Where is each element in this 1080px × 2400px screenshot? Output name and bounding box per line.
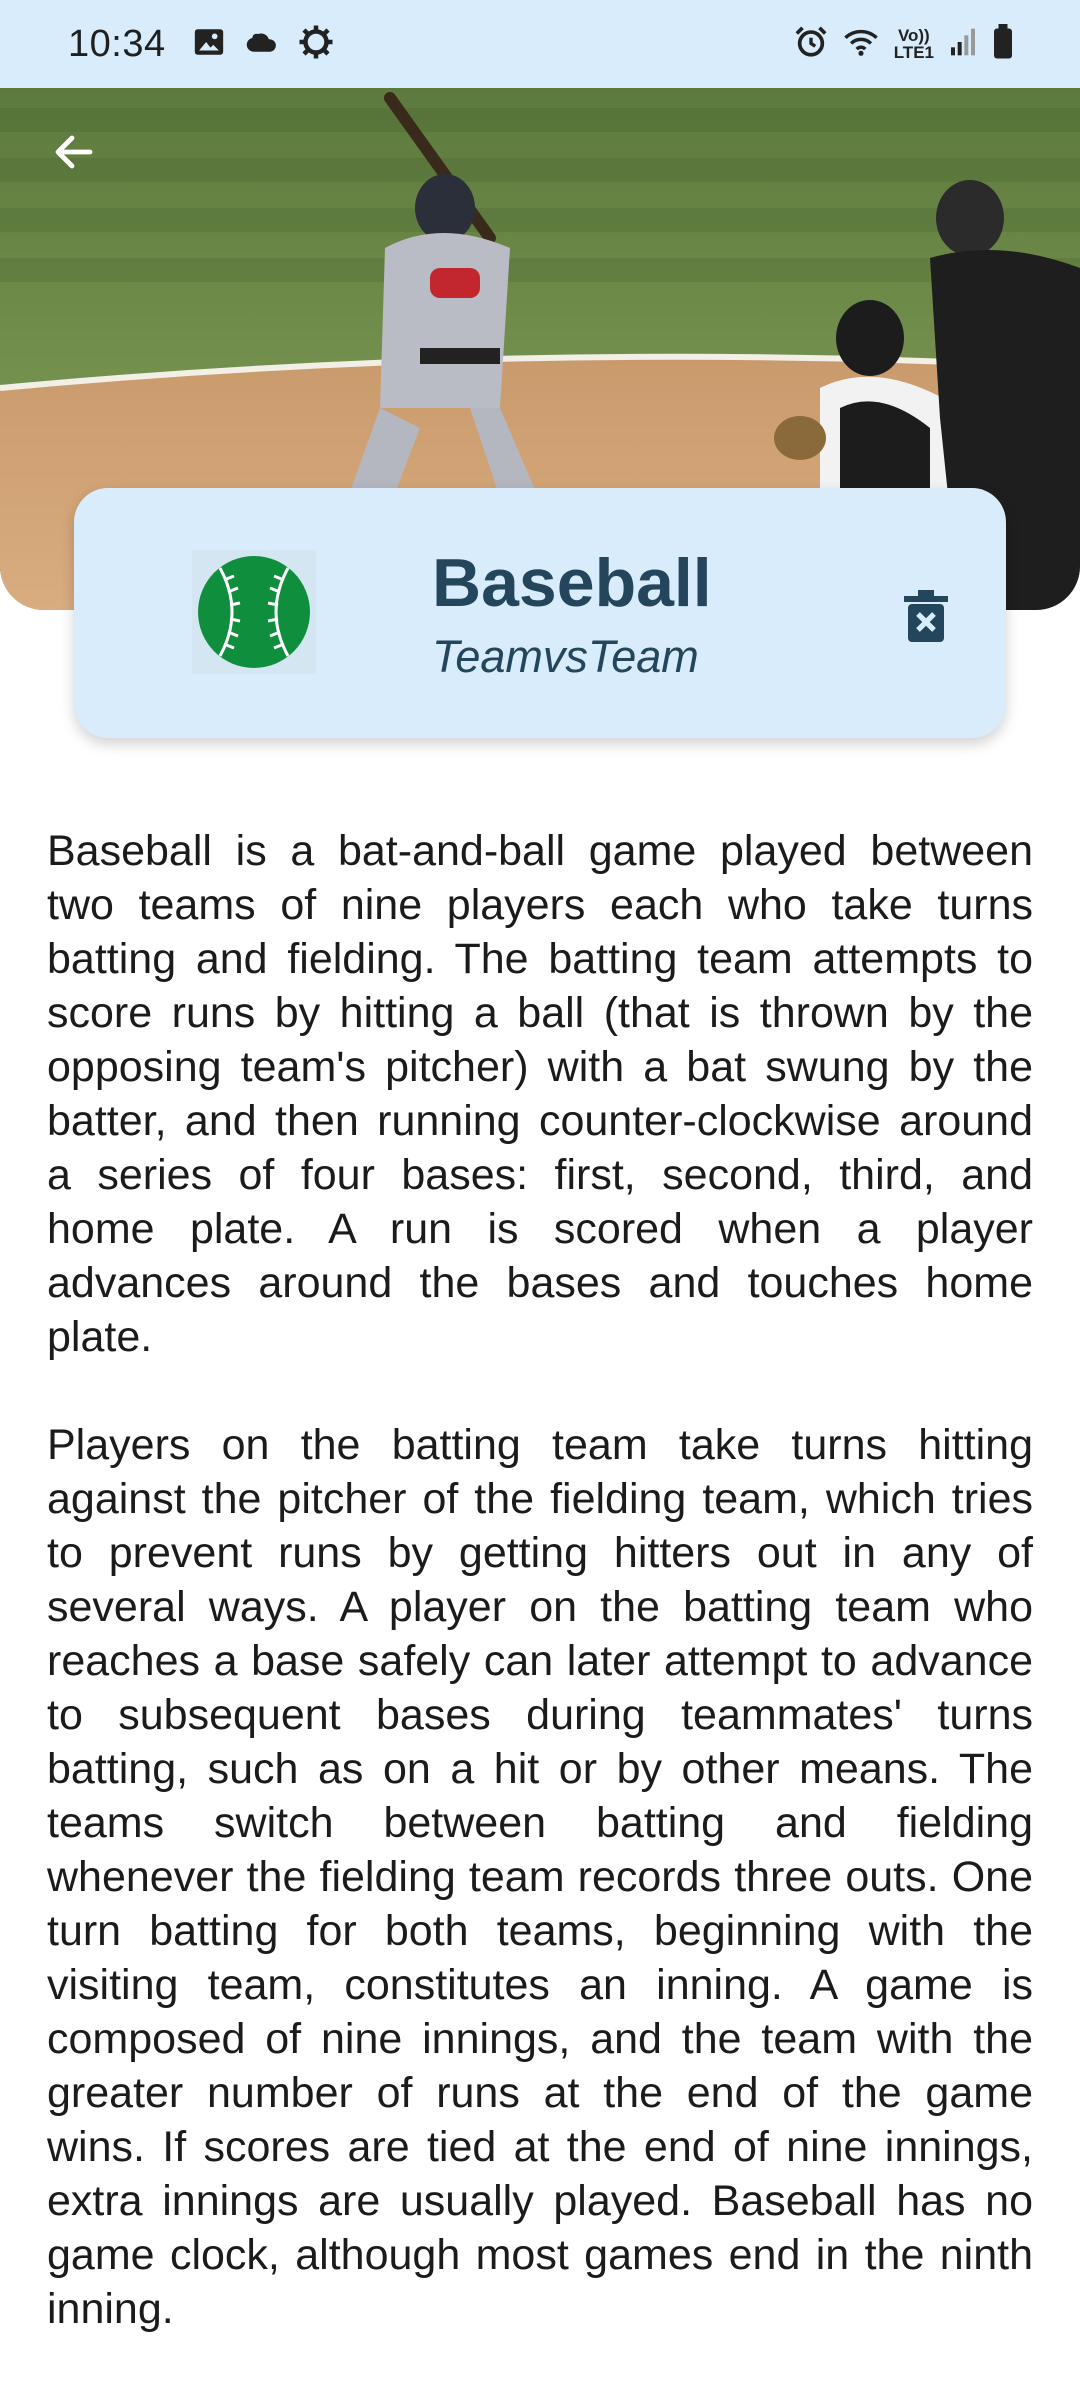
signal-icon [948, 26, 978, 63]
status-time: 10:34 [68, 22, 166, 65]
sport-title: Baseball [432, 545, 712, 621]
battery-icon [992, 23, 1014, 65]
cloud-icon [244, 25, 280, 64]
status-left: 10:34 [68, 23, 334, 66]
description-paragraph: Baseball is a bat-and-ball game played b… [47, 827, 1033, 1361]
description-paragraph: Players on the batting team take turns h… [47, 1421, 1033, 2333]
volte-bottom-label: LTE1 [893, 43, 934, 62]
baseball-icon [192, 550, 316, 674]
sport-subtitle: TeamvsTeam [432, 630, 699, 682]
delete-icon [904, 590, 948, 642]
settings-icon [298, 24, 334, 65]
sport-description: Baseball is a bat-and-ball game played b… [47, 824, 1033, 2390]
back-button[interactable] [40, 118, 108, 186]
card-titles: Baseball TeamvsTeam [432, 546, 752, 683]
status-bar: 10:34 Vo)) LTE1 [0, 0, 1080, 88]
alarm-icon [794, 25, 828, 64]
image-icon [192, 25, 226, 64]
delete-button[interactable] [894, 584, 958, 648]
arrow-left-icon [55, 135, 93, 169]
sport-info-card: Baseball TeamvsTeam [74, 488, 1006, 738]
status-right: Vo)) LTE1 [794, 23, 1014, 65]
wifi-icon [842, 25, 880, 64]
volte-icon: Vo)) LTE1 [894, 27, 934, 61]
